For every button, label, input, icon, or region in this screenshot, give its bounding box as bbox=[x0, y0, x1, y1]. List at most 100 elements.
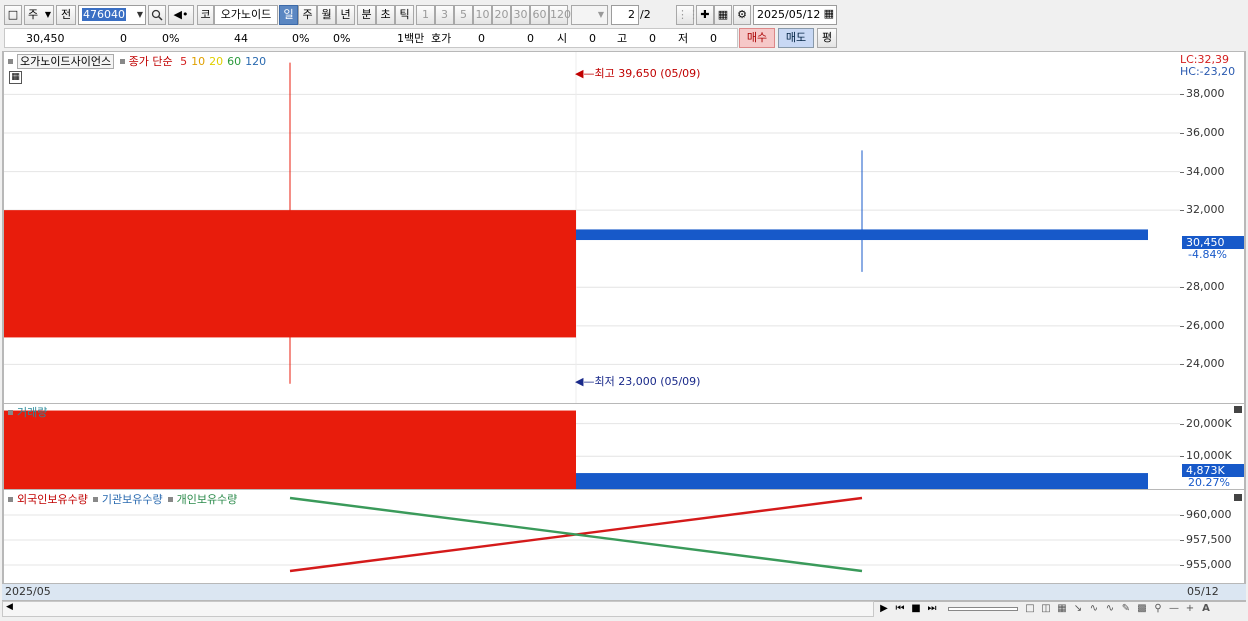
candle-body[interactable] bbox=[576, 229, 1148, 241]
save-icon: ▦ bbox=[717, 8, 729, 21]
holding-legend-item[interactable]: 외국인보유수량 bbox=[17, 493, 88, 506]
compare-button[interactable]: ⋮⋮ bbox=[676, 5, 699, 25]
prev-button[interactable]: 전 bbox=[56, 5, 76, 25]
y-tick-mark bbox=[1180, 325, 1184, 327]
low-label: 저 bbox=[678, 32, 689, 45]
window-icon[interactable]: □ bbox=[1022, 601, 1038, 617]
period-button[interactable]: 주 bbox=[298, 5, 317, 25]
rewind-icon[interactable]: ⏮ bbox=[892, 601, 908, 617]
period-button[interactable]: 분 bbox=[357, 5, 376, 25]
min-price-text: 최저 23,000 (05/09) bbox=[594, 375, 701, 388]
fibo-icon[interactable]: ∿ bbox=[1102, 601, 1118, 617]
page-input[interactable]: 2 bbox=[611, 5, 639, 25]
interval-button[interactable]: 3 bbox=[435, 5, 454, 25]
legend-marker bbox=[8, 59, 13, 64]
ma-period-label[interactable]: 10 bbox=[191, 55, 205, 68]
sell-button[interactable]: 매도 bbox=[778, 28, 814, 48]
interval-button[interactable]: 5 bbox=[454, 5, 473, 25]
grid-icon[interactable]: ▦ bbox=[1054, 601, 1070, 617]
y-tick-mark bbox=[1180, 287, 1184, 289]
zoom-slider[interactable] bbox=[948, 607, 1018, 611]
save-button[interactable]: ▦ bbox=[714, 5, 732, 25]
split-icon[interactable]: ◫ bbox=[1038, 601, 1054, 617]
holding-legend-item[interactable]: 개인보유수량 bbox=[177, 493, 238, 506]
play-icon[interactable]: ▶ bbox=[876, 601, 892, 617]
fast-forward-icon[interactable]: ⏭ bbox=[924, 601, 940, 617]
interval-select[interactable]: ▼ bbox=[571, 5, 608, 25]
high-label: 고 bbox=[617, 32, 628, 45]
code-input[interactable]: 476040 ▼ bbox=[78, 5, 146, 25]
layout-icon[interactable]: □ bbox=[4, 5, 22, 25]
current-price-pct: -4.84% bbox=[1188, 248, 1227, 261]
candle-body[interactable] bbox=[4, 210, 576, 338]
ma-period-label[interactable]: 60 bbox=[227, 55, 241, 68]
current-volume-pct: 20.27% bbox=[1188, 476, 1230, 489]
interval-button[interactable]: 10 bbox=[473, 5, 492, 25]
period-button[interactable]: 초 bbox=[376, 5, 395, 25]
chevron-down-icon: ▼ bbox=[44, 10, 51, 19]
volume-title[interactable]: 거래량 bbox=[17, 406, 47, 419]
scroll-left-icon[interactable]: ◀ bbox=[6, 602, 13, 612]
holding-axis[interactable]: 960,000 957,500 955,000 bbox=[1180, 490, 1244, 583]
eval-button[interactable]: 평 bbox=[817, 28, 837, 48]
copy-icon[interactable]: ▩ bbox=[1134, 601, 1150, 617]
type-select[interactable]: 주 ▼ bbox=[24, 5, 54, 25]
stock-title[interactable]: 오가노이드사이언스 bbox=[17, 54, 115, 69]
y-tick-mark bbox=[1180, 133, 1184, 134]
volume-bar[interactable] bbox=[4, 410, 576, 489]
chevron-down-icon[interactable]: ▼ bbox=[137, 6, 143, 24]
price-axis[interactable]: LC:32,39 HC:-23,20 30,450 -4.84% 38,000 3… bbox=[1180, 52, 1244, 403]
sound-button[interactable]: ◀• bbox=[168, 5, 194, 25]
volume-pane[interactable]: 거래량 bbox=[4, 404, 1180, 489]
price-pane[interactable]: 오가노이드사이언스 종가 단순 5 10 20 60 120 ▦ ◀—최고 39,650… bbox=[4, 52, 1180, 403]
close-pane-icon[interactable] bbox=[1234, 406, 1242, 413]
y-tick-label: 10,000K bbox=[1186, 449, 1232, 463]
calendar-icon[interactable]: ▦ bbox=[824, 5, 834, 23]
trendline-icon[interactable]: ↘ bbox=[1070, 601, 1086, 617]
close-pane-icon[interactable] bbox=[1234, 494, 1242, 501]
text-icon[interactable]: A bbox=[1198, 601, 1214, 617]
ma-period-label[interactable]: 120 bbox=[245, 55, 266, 68]
market-button[interactable]: 코 bbox=[197, 5, 214, 25]
interval-button[interactable]: 60 bbox=[530, 5, 549, 25]
crosshair-button[interactable]: ✚ bbox=[696, 5, 714, 25]
legend-marker bbox=[8, 410, 13, 415]
minus-icon[interactable]: — bbox=[1166, 601, 1182, 617]
x-axis-end: 05/12 bbox=[1187, 585, 1219, 598]
plus-icon[interactable]: + bbox=[1182, 601, 1198, 617]
interval-button[interactable]: 30 bbox=[511, 5, 530, 25]
interval-button[interactable]: 1 bbox=[416, 5, 435, 25]
search-icon bbox=[151, 9, 163, 21]
interval-button[interactable]: 20 bbox=[492, 5, 511, 25]
period-button[interactable]: 일 bbox=[279, 5, 298, 25]
y-tick-label: 36,000 bbox=[1186, 126, 1225, 139]
date-value: 2025/05/12 bbox=[757, 8, 821, 21]
period-button[interactable]: 년 bbox=[336, 5, 355, 25]
search-button[interactable] bbox=[148, 5, 166, 25]
y-tick-mark bbox=[1180, 364, 1184, 366]
buy-button[interactable]: 매수 bbox=[739, 28, 775, 48]
legend-marker bbox=[167, 497, 173, 502]
interval-button[interactable]: 120 bbox=[549, 5, 571, 25]
date-input[interactable]: 2025/05/12 ▦ bbox=[753, 5, 837, 25]
bottom-scrollbar[interactable]: ◀ bbox=[2, 601, 874, 617]
zigzag-icon[interactable]: ∿ bbox=[1086, 601, 1102, 617]
volume-axis[interactable]: 4,873K 20.27% 20,000K 10,000K bbox=[1180, 404, 1244, 489]
zoom-icon[interactable]: ⚲ bbox=[1150, 601, 1166, 617]
pen-icon[interactable]: ✎ bbox=[1118, 601, 1134, 617]
settings-button[interactable]: ⚙ bbox=[733, 5, 751, 25]
volume-bar[interactable] bbox=[576, 473, 1148, 489]
holding-pane[interactable]: 외국인보유수량 기관보유수량 개인보유수량 bbox=[4, 490, 1180, 583]
period-button[interactable]: 틱 bbox=[395, 5, 414, 25]
y-tick-label: 24,000 bbox=[1186, 357, 1225, 371]
period-button[interactable]: 월 bbox=[317, 5, 336, 25]
holding-legend-item[interactable]: 기관보유수량 bbox=[102, 493, 163, 506]
y-tick-label: 20,000K bbox=[1186, 416, 1232, 430]
ma-indicator-label[interactable]: 종가 단순 bbox=[129, 55, 173, 68]
y-tick-mark bbox=[1180, 94, 1184, 96]
ma-period-label[interactable]: 20 bbox=[209, 55, 223, 68]
ma-period-label[interactable]: 5 bbox=[180, 55, 187, 68]
legend-marker bbox=[119, 59, 125, 64]
chart-table-icon[interactable]: ▦ bbox=[9, 71, 22, 84]
stop-icon[interactable]: ■ bbox=[908, 601, 924, 617]
